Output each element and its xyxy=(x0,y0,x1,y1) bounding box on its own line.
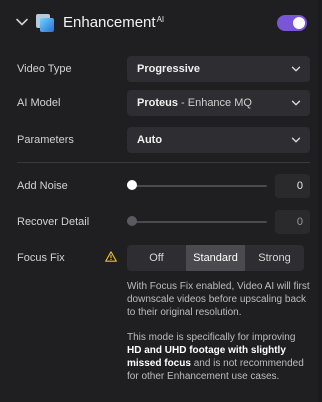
recover-detail-input[interactable]: 0 xyxy=(275,210,310,234)
section-title: EnhancementAI xyxy=(63,14,165,31)
recover-detail-label: Recover Detail xyxy=(17,216,90,228)
chevron-down-icon[interactable] xyxy=(15,15,29,29)
recover-detail-slider[interactable] xyxy=(127,216,267,228)
slider-thumb[interactable] xyxy=(127,216,137,226)
video-type-label: Video Type xyxy=(17,63,72,75)
ai-model-value: Proteus - Enhance MQ xyxy=(137,97,252,109)
parameters-label: Parameters xyxy=(17,134,74,146)
add-noise-label: Add Noise xyxy=(17,180,68,192)
focus-fix-option-strong[interactable]: Strong xyxy=(245,245,304,271)
section-header[interactable]: EnhancementAI xyxy=(0,0,322,46)
focus-fix-description: With Focus Fix enabled, Video AI will fi… xyxy=(127,281,310,318)
scrollbar[interactable] xyxy=(318,0,321,402)
recover-detail-value: 0 xyxy=(296,216,303,228)
focus-fix-option-off[interactable]: Off xyxy=(127,245,186,271)
slider-track xyxy=(127,221,267,223)
add-noise-value: 0 xyxy=(296,180,303,192)
enhancement-icon xyxy=(36,14,54,32)
parameters-value: Auto xyxy=(137,134,163,146)
section-divider xyxy=(17,162,310,163)
video-type-select[interactable]: Progressive xyxy=(127,56,310,82)
add-noise-input[interactable]: 0 xyxy=(275,174,310,198)
chevron-down-icon xyxy=(291,66,301,72)
chevron-down-icon xyxy=(291,137,301,143)
ai-model-label: AI Model xyxy=(17,97,61,109)
slider-track xyxy=(127,185,267,187)
slider-thumb[interactable] xyxy=(127,180,137,190)
video-type-value: Progressive xyxy=(137,63,200,75)
chevron-down-icon xyxy=(291,100,301,106)
warning-icon[interactable] xyxy=(105,251,117,262)
add-noise-slider[interactable] xyxy=(127,180,267,192)
focus-fix-note: This mode is specifically for improving … xyxy=(127,332,304,382)
parameters-select[interactable]: Auto xyxy=(127,127,310,153)
enhancement-toggle[interactable] xyxy=(277,15,307,31)
enhancement-panel: EnhancementAI Video Type Progressive AI … xyxy=(0,0,322,402)
toggle-knob xyxy=(293,17,305,29)
focus-fix-label: Focus Fix xyxy=(17,252,65,264)
focus-fix-option-standard[interactable]: Standard xyxy=(186,245,245,271)
ai-model-select[interactable]: Proteus - Enhance MQ xyxy=(127,90,310,116)
focus-fix-segmented-control: Off Standard Strong xyxy=(127,245,304,271)
